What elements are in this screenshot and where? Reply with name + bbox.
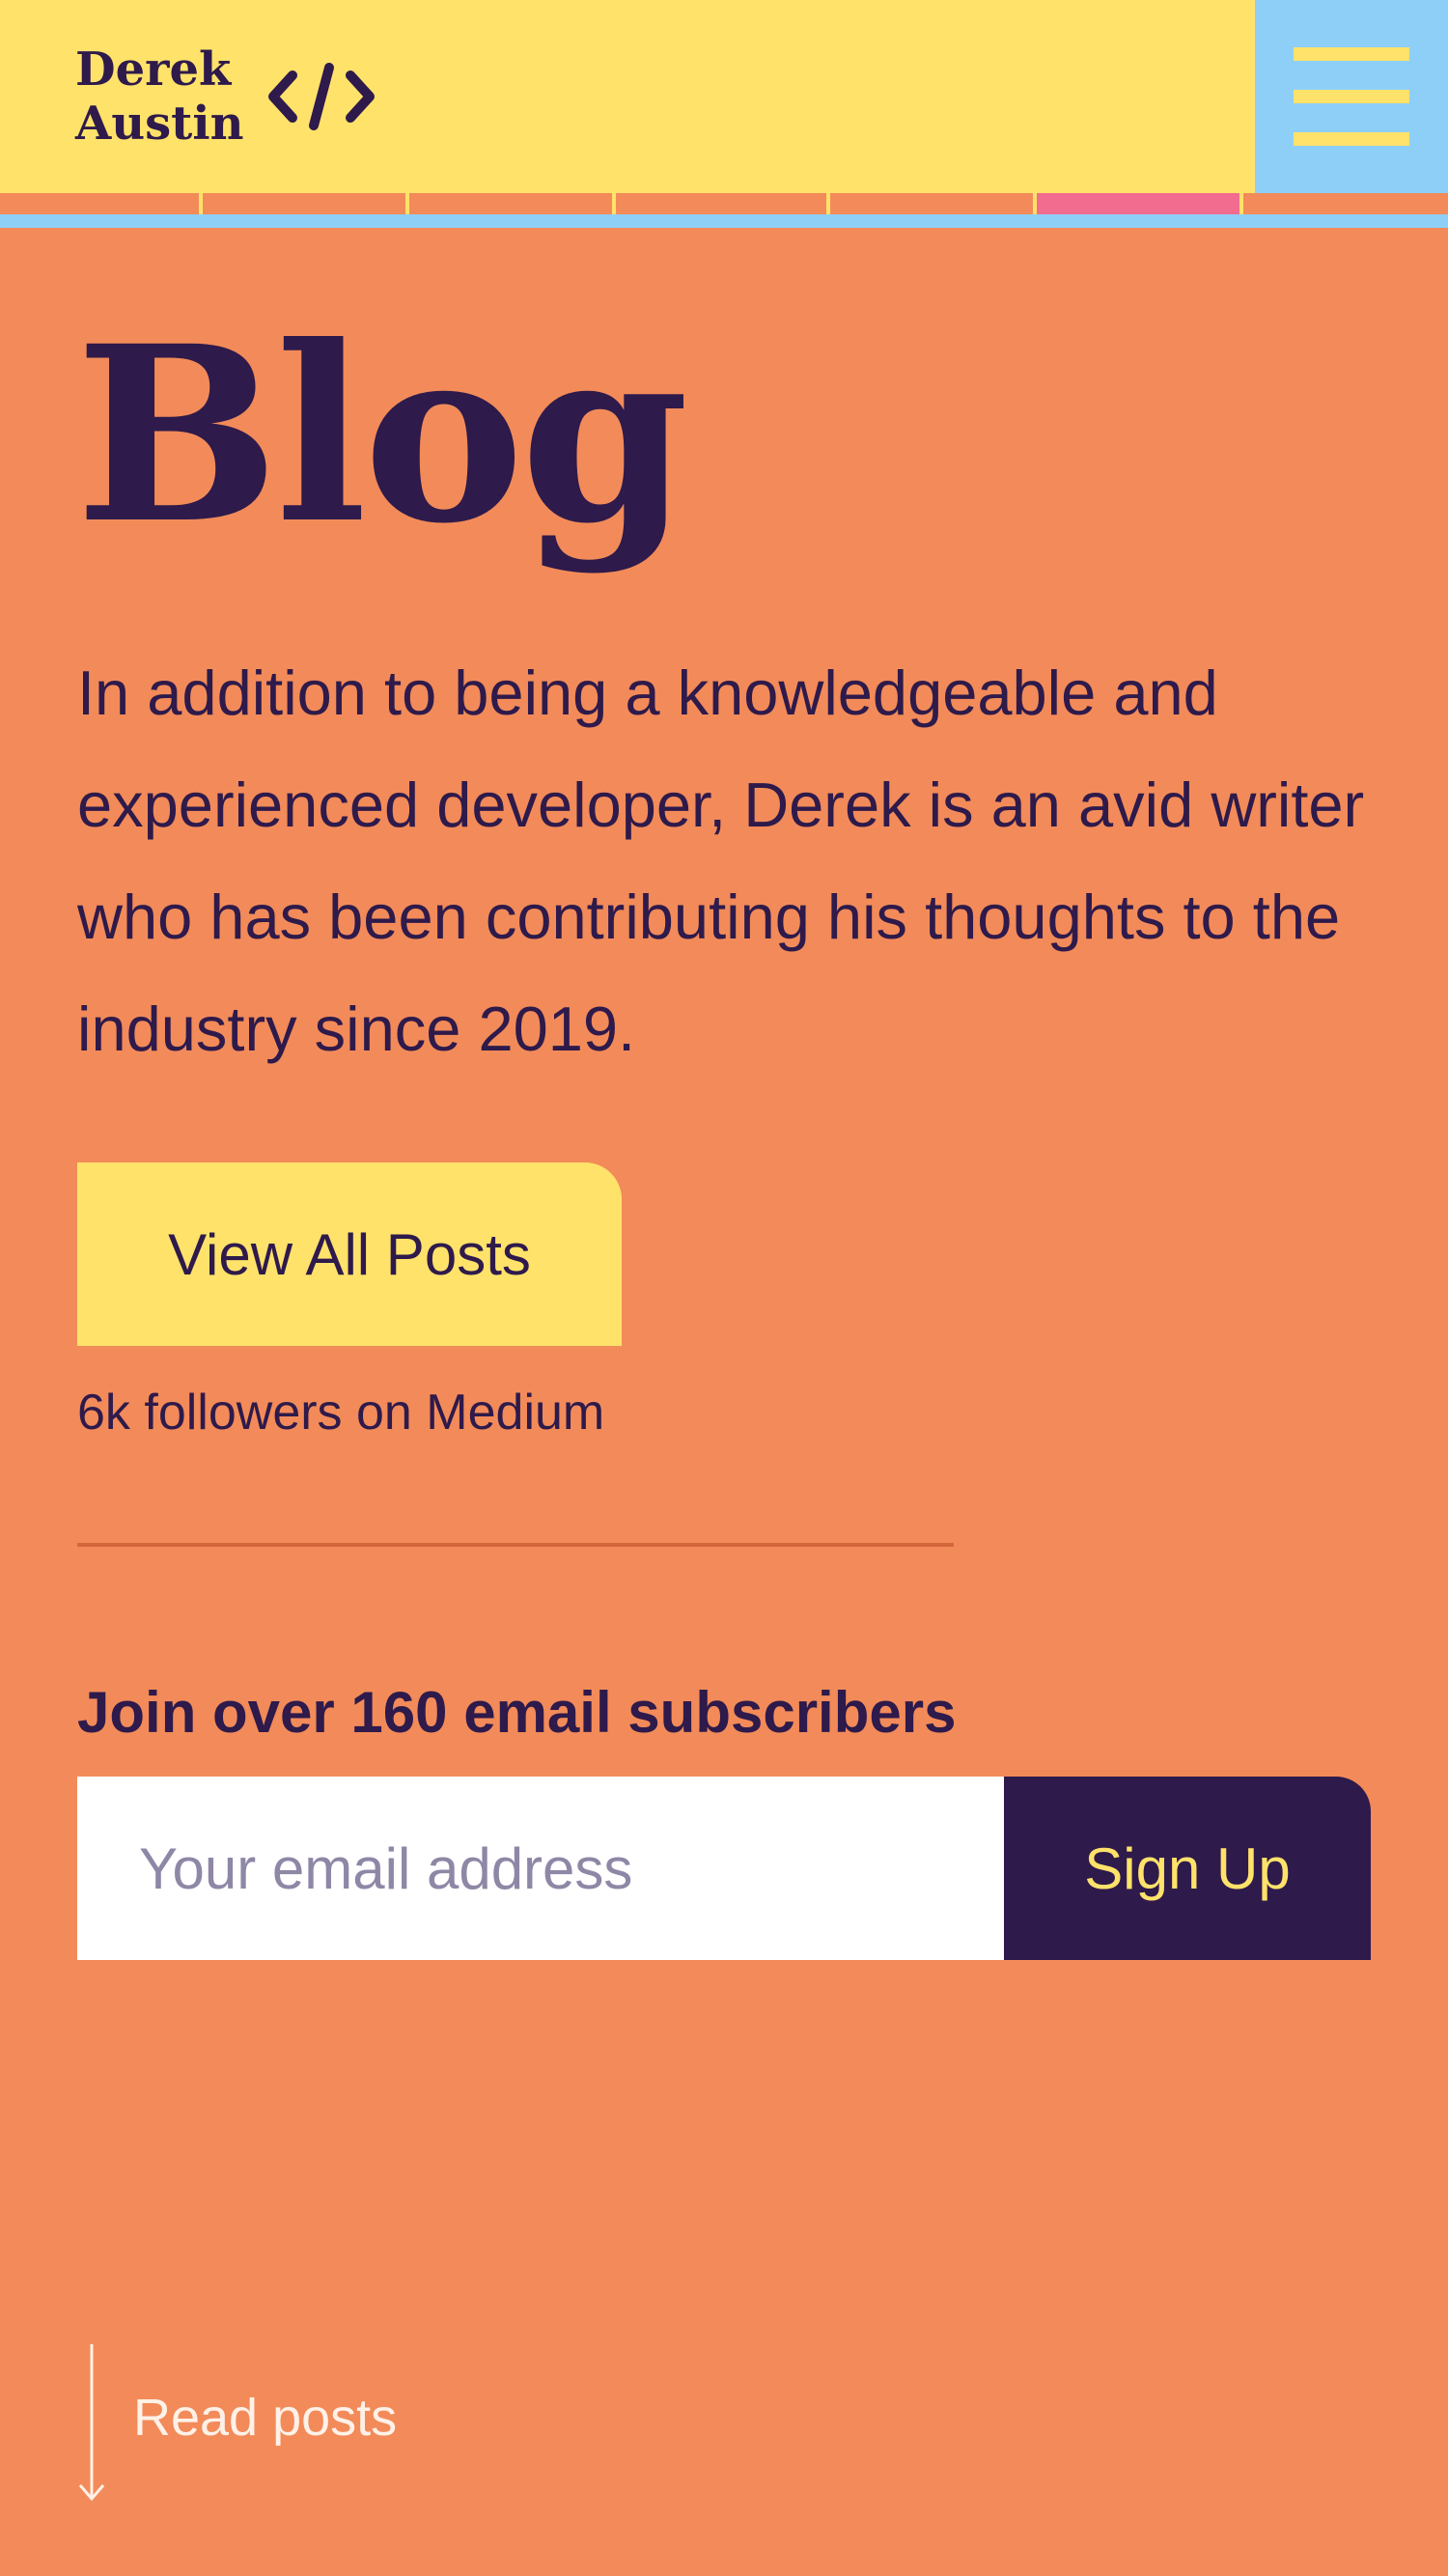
read-posts-label: Read posts: [133, 2389, 398, 2447]
logo-text: Derek Austin: [75, 42, 244, 151]
newsletter-heading: Join over 160 email subscribers: [77, 1680, 957, 1745]
strip-underline: [0, 214, 1448, 228]
strip-segment-active[interactable]: [1037, 193, 1243, 214]
section-progress-strip: [0, 193, 1448, 214]
strip-segment[interactable]: [203, 193, 409, 214]
view-all-posts-button[interactable]: View All Posts: [77, 1162, 622, 1346]
site-header: Derek Austin: [0, 0, 1448, 193]
strip-segment[interactable]: [830, 193, 1037, 214]
newsletter-form: Sign Up: [77, 1777, 1371, 1960]
hamburger-menu-icon-bar-middle: [1294, 90, 1409, 103]
email-field[interactable]: [77, 1777, 1004, 1960]
code-brackets-icon: [268, 63, 375, 130]
sign-up-button[interactable]: Sign Up: [1004, 1777, 1371, 1960]
hamburger-menu-button[interactable]: [1255, 0, 1448, 193]
logo-line-last: Austin: [75, 97, 244, 151]
hamburger-menu-icon-bar-top: [1294, 47, 1409, 61]
read-posts-link[interactable]: Read posts: [77, 2344, 397, 2503]
intro-paragraph: In addition to being a knowledgeable and…: [77, 658, 1365, 1064]
strip-segment[interactable]: [616, 193, 830, 214]
arrow-down-icon: [78, 2344, 105, 2502]
section-divider: [77, 1543, 954, 1547]
strip-segment[interactable]: [0, 193, 203, 214]
logo-line-first: Derek: [75, 42, 232, 97]
site-logo[interactable]: Derek Austin: [75, 42, 379, 151]
strip-segment[interactable]: [1243, 193, 1448, 214]
hamburger-menu-icon-bar-bottom: [1294, 132, 1409, 146]
strip-segment[interactable]: [409, 193, 616, 214]
followers-count: 6k followers on Medium: [77, 1385, 605, 1441]
page-title: Blog: [75, 293, 689, 576]
